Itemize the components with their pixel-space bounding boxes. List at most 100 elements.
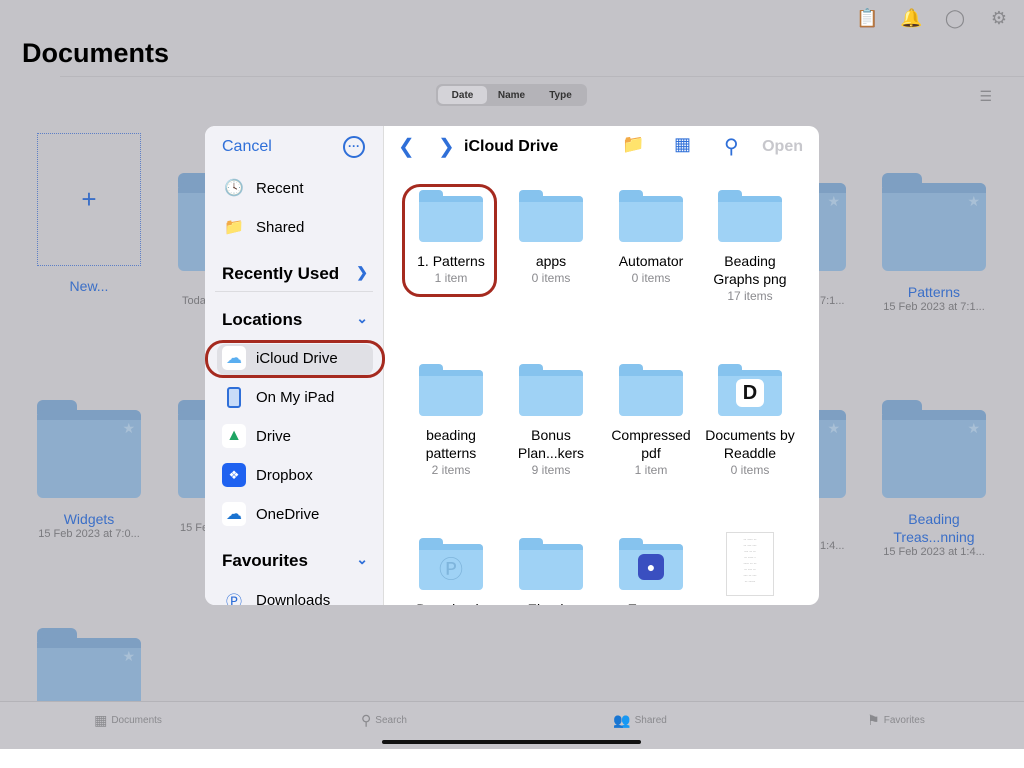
sidebar-item-on-my-ipad[interactable]: On My iPad [222, 385, 372, 409]
bell-icon[interactable]: 🔔 [900, 8, 922, 29]
more-options-icon[interactable]: ··· [343, 136, 365, 158]
file-name: Documents by Readdle [705, 427, 795, 461]
star-icon[interactable]: ★ [827, 420, 840, 437]
star-icon[interactable]: ★ [967, 420, 980, 437]
folder-date: 15 Feb 2023 at 1:4... [883, 546, 985, 558]
documents-app: 📋 🔔 ◯ ⚙ Documents Date Name Type ☰ + New… [0, 0, 1024, 749]
sort-segmented-control: Date Name Type [436, 84, 587, 106]
sidebar-item-icloud-drive[interactable]: ☁ iCloud Drive [222, 346, 372, 370]
annotation-ring [402, 184, 497, 297]
file-count: 2 items [431, 463, 471, 477]
file-item[interactable]: Bonus Plan...kers 9 items [503, 364, 599, 478]
star-icon[interactable]: ★ [122, 420, 135, 437]
file-count: 0 items [531, 271, 571, 285]
folder-icon [718, 190, 782, 242]
tab-favorites[interactable]: ⚑ Favorites [768, 702, 1024, 749]
sidebar-item-recent[interactable]: 🕓 Recent [222, 176, 372, 200]
icloud-icon: ☁ [222, 346, 246, 370]
top-toolbar: 📋 🔔 ◯ ⚙ [856, 8, 1010, 29]
bg-folder-patterns[interactable]: ★ Patterns 15 Feb 2023 at 7:1... [882, 173, 986, 313]
folder-icon [519, 538, 583, 590]
clipboard-clock-icon[interactable]: 📋 [856, 8, 878, 29]
file-item[interactable]: D Documents by Readdle 0 items [702, 364, 798, 478]
bg-folder-widgets[interactable]: ★ Widgets 15 Feb 2023 at 7:0... [37, 400, 141, 540]
forward-icon[interactable]: ❯ [438, 134, 455, 159]
cancel-button[interactable]: Cancel [222, 138, 272, 156]
grid-view-icon[interactable]: ▦ [674, 134, 691, 155]
file-item[interactable]: Compressed pdf 1 item [603, 364, 699, 478]
onedrive-icon: ☁ [222, 502, 246, 526]
file-item[interactable]: Ebooks [503, 538, 599, 605]
folder-name: Widgets [63, 511, 115, 527]
shared-folder-icon: 📁 [224, 219, 244, 236]
star-icon[interactable]: ★ [827, 193, 840, 210]
sidebar-item-drive[interactable]: ▲ Drive [222, 424, 372, 448]
section-title: Favourites [222, 551, 308, 570]
tab-label: Favorites [883, 715, 925, 726]
grid-icon: ▦ [94, 712, 108, 728]
sidebar-item-onedrive[interactable]: ☁ OneDrive [222, 502, 372, 526]
sidebar-item-shared[interactable]: 📁 Shared [222, 215, 372, 239]
file-name: Automator [618, 253, 684, 269]
sidebar-item-label: OneDrive [256, 505, 320, 523]
open-button[interactable]: Open [762, 138, 803, 156]
folder-date: 15 Feb 2023 at 7:1... [883, 301, 985, 313]
file-item[interactable]: Automator 0 items [603, 190, 699, 286]
current-location: iCloud Drive [464, 138, 559, 155]
clock-icon: 🕓 [224, 180, 244, 197]
home-indicator[interactable] [382, 740, 641, 744]
file-item[interactable]: Beading Graphs png 17 items [702, 190, 798, 304]
section-title: Locations [222, 310, 303, 329]
sidebar-item-label: Recent [256, 179, 304, 197]
page-title: Documents [22, 38, 170, 68]
people-icon: 👥 [613, 712, 631, 728]
file-count: 0 items [730, 463, 770, 477]
back-icon[interactable]: ❮ [398, 134, 415, 159]
chevron-down-icon: ⌄ [356, 310, 368, 326]
folder-icon: D [718, 364, 782, 416]
sidebar-item-dropbox[interactable]: ❖ Dropbox [222, 463, 372, 487]
folder-icon: Ⓟ [419, 538, 483, 590]
dashed-check-circle-icon[interactable]: ◯ [944, 8, 966, 29]
bg-folder-beading-treas[interactable]: ★ Beading Treas...nning 15 Feb 2023 at 1… [882, 400, 986, 558]
sidebar-item-label: iCloud Drive [256, 349, 338, 367]
folder-icon [619, 190, 683, 242]
file-item[interactable]: ● Enpass [603, 538, 699, 605]
sort-name[interactable]: Name [487, 86, 536, 104]
bg-fragment: 7:1... [820, 295, 845, 307]
recently-used-header[interactable]: Recently Used ❯ [222, 264, 368, 284]
list-view-icon[interactable]: ☰ [979, 88, 992, 105]
new-button[interactable]: + [37, 133, 141, 266]
locations-header[interactable]: Locations ⌄ [222, 310, 368, 330]
sort-type[interactable]: Type [536, 86, 585, 104]
file-item[interactable]: Ⓟ Downloads [403, 538, 499, 605]
picker-sidebar: Cancel ··· 🕓 Recent 📁 Shared Recently Used… [205, 126, 385, 606]
new-folder-icon[interactable]: 📁 [622, 134, 644, 155]
star-icon[interactable]: ★ [967, 193, 980, 210]
file-item[interactable]: apps 0 items [503, 190, 599, 286]
sidebar-item-downloads[interactable]: Ⓟ Downloads [222, 588, 372, 606]
gear-icon[interactable]: ⚙ [988, 8, 1010, 29]
sort-date[interactable]: Date [438, 86, 487, 104]
file-item[interactable]: beading patterns 2 items [403, 364, 499, 478]
file-name: apps [535, 253, 567, 269]
file-item[interactable]: -- ---- -- -- --- --- --- -- -- -- ---- - --… [702, 532, 798, 605]
file-name: Enpass [603, 600, 699, 605]
enpass-icon: ● [638, 554, 664, 580]
star-icon[interactable]: ★ [122, 648, 135, 665]
bg-fragment: 15 Fe [180, 522, 209, 534]
sidebar-item-label: On My iPad [256, 388, 335, 406]
search-icon[interactable]: ⚲ [724, 134, 739, 159]
section-title: Recently Used [222, 264, 340, 283]
new-label[interactable]: New... [37, 278, 141, 294]
bookmark-star-icon: ⚑ [867, 712, 880, 728]
sidebar-item-label: Downloads [256, 591, 331, 606]
file-picker-dialog: Cancel ··· 🕓 Recent 📁 Shared Recently Used… [205, 126, 819, 605]
folder-icon [519, 364, 583, 416]
search-icon: ⚲ [361, 712, 372, 728]
folder-icon [419, 364, 483, 416]
folder-icon: ● [619, 538, 683, 590]
tab-label: Shared [634, 715, 667, 726]
favourites-header[interactable]: Favourites ⌄ [222, 551, 368, 571]
tab-documents[interactable]: ▦ Documents [0, 702, 256, 749]
